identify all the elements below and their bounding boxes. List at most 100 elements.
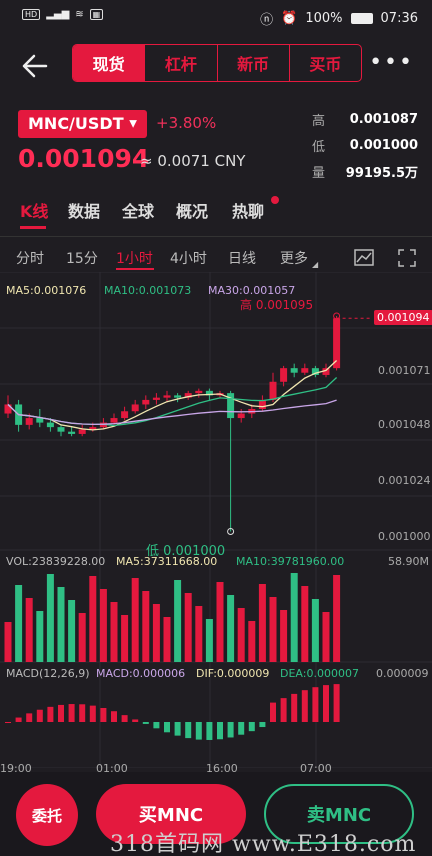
candle-body bbox=[163, 395, 171, 398]
macd-bar bbox=[89, 705, 96, 722]
candle-body bbox=[78, 429, 86, 434]
candle-body bbox=[68, 431, 76, 434]
macd-bar bbox=[121, 715, 128, 722]
tab-spot[interactable]: 现货 bbox=[73, 45, 145, 81]
interval-4h[interactable]: 4小时 bbox=[170, 248, 207, 268]
y-tick-3: 0.001024 bbox=[378, 474, 431, 487]
more-menu-button[interactable]: ••• bbox=[369, 50, 414, 75]
network-status: HD ▂▄▆ ≋ ▦ bbox=[22, 9, 104, 20]
entrust-button[interactable]: 委托 bbox=[16, 784, 78, 846]
interval-more[interactable]: 更多 bbox=[280, 248, 308, 268]
volume-bar bbox=[280, 610, 288, 662]
volume-bar bbox=[152, 604, 160, 662]
volume-bar bbox=[311, 599, 319, 662]
macd-bar bbox=[280, 698, 287, 722]
volume-bar bbox=[57, 587, 65, 662]
interval-day[interactable]: 日线 bbox=[228, 248, 256, 268]
macd-bar bbox=[111, 711, 117, 722]
macd-bar bbox=[68, 704, 75, 722]
macd-bar bbox=[248, 722, 255, 732]
macd-bar bbox=[333, 684, 340, 722]
tab-overview[interactable]: 概况 bbox=[176, 198, 208, 222]
macd-bar bbox=[79, 704, 86, 722]
volume-bar bbox=[269, 597, 277, 662]
candle-body bbox=[131, 404, 139, 412]
candle-body bbox=[174, 395, 182, 398]
volume-bar bbox=[195, 606, 203, 662]
volume-bar bbox=[163, 617, 171, 662]
volume-bar bbox=[15, 585, 23, 662]
ma-lines bbox=[7, 360, 338, 431]
volume-bar bbox=[131, 578, 139, 662]
volume-bar bbox=[237, 608, 245, 662]
volume-bar bbox=[322, 612, 330, 662]
candle-body bbox=[280, 368, 288, 382]
volume-bar bbox=[68, 600, 76, 662]
high-label: 高 bbox=[312, 113, 326, 129]
volume-bar bbox=[78, 613, 86, 662]
battery-icon bbox=[350, 13, 373, 24]
high-value: 0.001087 bbox=[349, 111, 418, 127]
candle-body bbox=[110, 418, 118, 423]
candle-body bbox=[195, 390, 203, 394]
macd-bar bbox=[238, 722, 245, 735]
tab-buy-coin[interactable]: 买币 bbox=[288, 45, 361, 81]
volume-bars bbox=[4, 573, 341, 662]
volume-bar bbox=[121, 615, 129, 662]
macd-bar bbox=[206, 722, 213, 740]
interval-1h[interactable]: 1小时 bbox=[116, 248, 153, 268]
volume-bar bbox=[89, 576, 97, 662]
candle-body bbox=[25, 418, 33, 425]
volume-bar bbox=[25, 598, 33, 662]
volume-bar bbox=[248, 621, 256, 662]
tab-chat[interactable]: 热聊 bbox=[232, 198, 264, 222]
back-button[interactable] bbox=[20, 52, 50, 80]
tab-underline bbox=[20, 226, 46, 229]
cny-price: ≈ 0.0071 CNY bbox=[140, 152, 246, 170]
vol-legend: VOL:23839228.00 bbox=[6, 555, 106, 568]
tab-new-coin[interactable]: 新币 bbox=[216, 45, 289, 81]
kline-chart[interactable] bbox=[0, 272, 432, 768]
indicator-settings-icon[interactable] bbox=[354, 248, 376, 268]
interval-timeline[interactable]: 分时 bbox=[16, 248, 44, 268]
volume-bar bbox=[99, 589, 107, 662]
fullscreen-icon[interactable] bbox=[398, 249, 416, 267]
y-tick-2: 0.001048 bbox=[378, 418, 431, 431]
macd-bar bbox=[195, 722, 202, 740]
low-label: 低 bbox=[312, 139, 326, 155]
interval-bar: 分时 15分 1小时 4小时 日线 更多 ◢ bbox=[0, 246, 432, 270]
pair-selector[interactable]: MNC/USDT ▼ bbox=[18, 110, 147, 138]
interval-15m[interactable]: 15分 bbox=[66, 248, 98, 268]
hd-icon: HD bbox=[22, 9, 41, 20]
vol-ma5-legend: MA5:37311668.00 bbox=[116, 555, 218, 568]
tab-global[interactable]: 全球 bbox=[122, 198, 154, 222]
ma10-legend: MA10:0.001073 bbox=[104, 284, 192, 297]
tab-margin[interactable]: 杠杆 bbox=[144, 45, 216, 81]
volume-value: 99195.5万 bbox=[345, 165, 418, 181]
volume-bar bbox=[216, 582, 224, 662]
interval-underline bbox=[116, 268, 154, 270]
y-tick-4: 0.001000 bbox=[378, 530, 431, 543]
arrow-left-icon bbox=[22, 54, 48, 78]
macd-bar bbox=[153, 722, 160, 729]
candle-body bbox=[290, 368, 298, 373]
volume-bar bbox=[301, 586, 309, 662]
macd-bar bbox=[132, 719, 139, 722]
macd-bar bbox=[259, 722, 266, 728]
macd-bar bbox=[15, 717, 22, 722]
candle-body bbox=[36, 418, 44, 423]
volume-bar bbox=[4, 622, 12, 662]
tab-data[interactable]: 数据 bbox=[68, 198, 100, 222]
volume-bar bbox=[142, 591, 150, 662]
volume-bar bbox=[258, 584, 266, 662]
dif-legend: DIF:0.000009 bbox=[196, 667, 270, 680]
more-triangle-icon: ◢ bbox=[312, 260, 319, 269]
candle-body bbox=[258, 399, 266, 409]
candles bbox=[4, 316, 341, 532]
macd-bar bbox=[185, 722, 192, 739]
divider bbox=[0, 236, 432, 237]
tab-kline[interactable]: K线 bbox=[20, 198, 48, 222]
volume-bar bbox=[333, 575, 341, 662]
volume-bar bbox=[46, 574, 54, 662]
low-value: 0.001000 bbox=[349, 137, 418, 153]
